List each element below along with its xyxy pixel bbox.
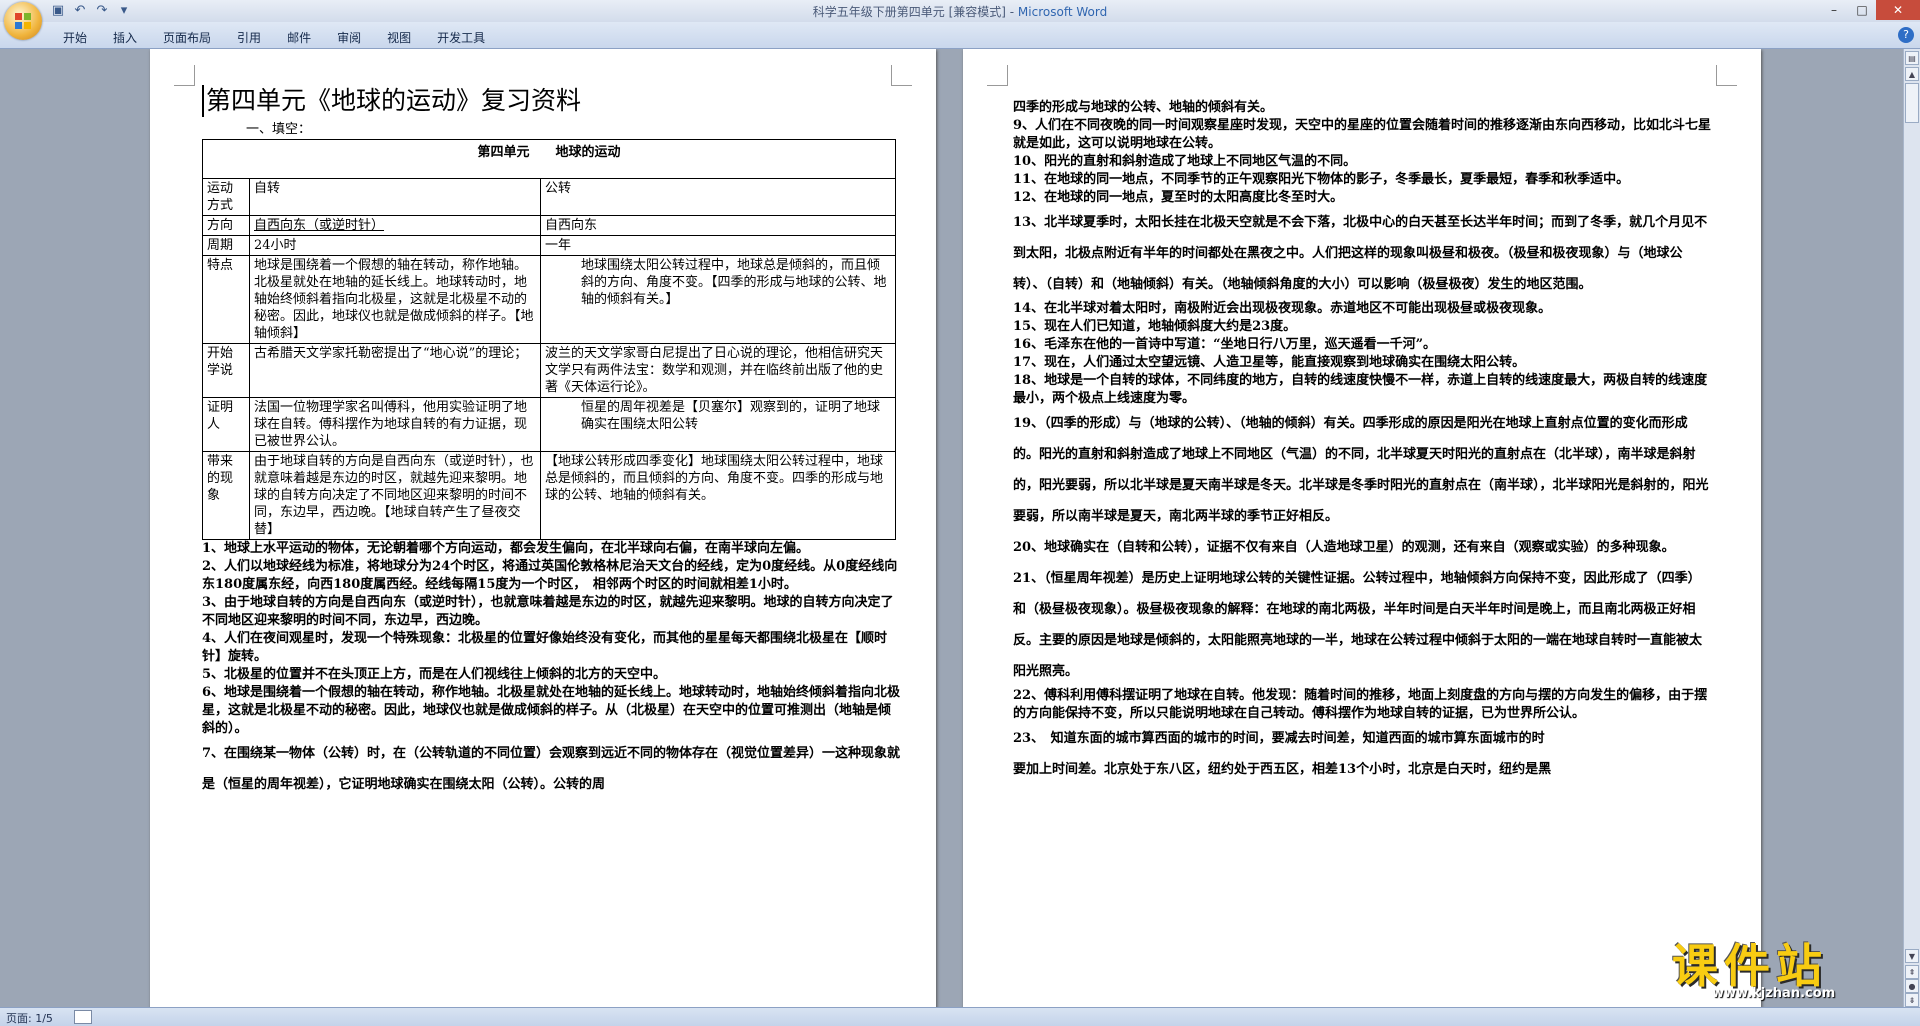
page-title: 第四单元《地球的运动》复习资料 xyxy=(202,85,902,117)
row-label: 周期 xyxy=(202,235,250,256)
office-button[interactable] xyxy=(4,2,42,40)
list-item: 10、阳光的直射和斜射造成了地球上不同地区气温的不同。 xyxy=(1013,154,1357,169)
rotation-cell: 自转 xyxy=(249,178,541,216)
table-row: 周期 24小时 一年 xyxy=(202,235,896,256)
watermark-url: www.kjzhan.com xyxy=(1712,986,1836,1001)
document-page-2[interactable]: 四季的形成与地球的公转、地轴的倾斜有关。 9、人们在不同夜晚的同一时间观察星座时… xyxy=(963,49,1761,1007)
table-row: 特点 地球是围绕着一个假想的轴在转动，称作地轴。北极星就处在地轴的延长线上。地球… xyxy=(202,255,896,344)
tab-view[interactable]: 视图 xyxy=(374,27,424,48)
page-2-content: 四季的形成与地球的公转、地轴的倾斜有关。 9、人们在不同夜晚的同一时间观察星座时… xyxy=(1013,99,1713,785)
tab-developer[interactable]: 开发工具 xyxy=(424,27,498,48)
list-item: 四季的形成与地球的公转、地轴的倾斜有关。 xyxy=(1013,100,1274,115)
table-row: 运动方式 自转 公转 xyxy=(202,178,896,216)
page-1-content: 第四单元《地球的运动》复习资料 一、填空： 第四单元 地球的运动 运动方式 自转… xyxy=(202,85,902,800)
page-counter[interactable]: 页面: 1/5 xyxy=(6,1010,53,1026)
rotation-cell: 地球是围绕着一个假想的轴在转动，称作地轴。北极星就处在地轴的延长线上。地球转动时… xyxy=(249,255,541,344)
vertical-scrollbar[interactable]: ▤ ▲ ▼ ⇞ ● ⇟ xyxy=(1903,49,1920,1007)
section-label: 一、填空： xyxy=(246,122,312,137)
rotation-cell: 由于地球自转的方向是自西向东（或逆时针），也就意味着越是东边的时区，就越先迎来黎… xyxy=(249,451,541,540)
list-item: 1、地球上水平运动的物体，无论朝着哪个方向运动，都会发生偏向，在北半球向右偏，在… xyxy=(202,541,810,556)
list-item: 21、（恒星周年视差）是历史上证明地球公转的关键性证据。公转过程中，地轴倾斜方向… xyxy=(1013,571,1703,679)
list-item: 4、人们在夜间观星时，发现一个特殊现象：北极星的位置好像始终没有变化，而其他的星… xyxy=(202,631,888,664)
rotation-cell: 自西向东（或逆时针） xyxy=(249,215,541,236)
list-item: 18、地球是一个自转的球体，不同纬度的地方，自转的线速度快慢不一样，赤道上自转的… xyxy=(1013,373,1708,406)
document-title: 科学五年级下册第四单元 [兼容模式] - xyxy=(812,5,1018,19)
list-item: 22、傅科利用傅科摆证明了地球在自转。他发现：随着时间的推移，地面上刻度盘的方向… xyxy=(1013,688,1708,721)
maximize-button[interactable]: □ xyxy=(1848,0,1876,20)
revolution-cell: 地球围绕太阳公转过程中，地球总是倾斜的，而且倾斜的方向、角度不变。【四季的形成与… xyxy=(540,255,896,344)
tab-references[interactable]: 引用 xyxy=(224,27,274,48)
list-item: 11、在地球的同一地点，不同季节的正午观察阳光下物体的影子，冬季最长，夏季最短，… xyxy=(1013,172,1630,187)
row-label: 带来的现象 xyxy=(202,451,250,540)
table-header: 第四单元 地球的运动 xyxy=(202,139,896,179)
revolution-cell: 自西向东 xyxy=(540,215,896,236)
list-item: 6、地球是围绕着一个假想的轴在转动，称作地轴。北极星就处在地轴的延长线上。地球转… xyxy=(202,685,901,736)
document-workspace: 第四单元《地球的运动》复习资料 一、填空： 第四单元 地球的运动 运动方式 自转… xyxy=(0,49,1904,1007)
tab-review[interactable]: 审阅 xyxy=(324,27,374,48)
list-item: 14、在北半球对着太阳时，南极附近会出现极夜现象。赤道地区不可能出现极昼或极夜现… xyxy=(1013,301,1552,316)
close-button[interactable]: ✕ xyxy=(1876,0,1920,20)
window-controls: – □ ✕ xyxy=(1820,0,1920,20)
list-item: 9、人们在不同夜晚的同一时间观察星座时发现，天空中的星座的位置会随着时间的推移逐… xyxy=(1013,118,1712,151)
status-bar: 页面: 1/5 xyxy=(0,1007,1920,1026)
office-logo-icon xyxy=(15,13,31,29)
revolution-cell: 一年 xyxy=(540,235,896,256)
table-row: 带来的现象 由于地球自转的方向是自西向东（或逆时针），也就意味着越是东边的时区，… xyxy=(202,451,896,540)
rotation-cell: 24小时 xyxy=(249,235,541,256)
tab-home[interactable]: 开始 xyxy=(50,27,100,48)
row-label: 运动方式 xyxy=(202,178,250,216)
row-label: 证明人 xyxy=(202,397,250,452)
row-label: 方向 xyxy=(202,215,250,236)
list-item: 19、（四季的形成）与（地球的公转）、（地轴的倾斜）有关。四季形成的原因是阳光在… xyxy=(1013,416,1709,524)
list-item: 20、地球确实在（自转和公转），证据不仅有来自（人造地球卫星）的观测，还有来自（… xyxy=(1013,540,1675,555)
document-page-1[interactable]: 第四单元《地球的运动》复习资料 一、填空： 第四单元 地球的运动 运动方式 自转… xyxy=(150,49,936,1007)
tab-page-layout[interactable]: 页面布局 xyxy=(150,27,224,48)
tab-insert[interactable]: 插入 xyxy=(100,27,150,48)
table-row: 方向 自西向东（或逆时针） 自西向东 xyxy=(202,215,896,236)
help-button[interactable]: ? xyxy=(1898,27,1914,43)
scroll-up-icon[interactable]: ▲ xyxy=(1905,67,1919,81)
revolution-cell: 恒星的周年视差是【贝塞尔】观察到的，证明了地球确实在围绕太阳公转 xyxy=(540,397,896,452)
ribbon: 开始 插入 页面布局 引用 邮件 审阅 视图 开发工具 ? xyxy=(0,22,1920,49)
crop-mark xyxy=(891,65,912,86)
ruler-toggle-icon[interactable]: ▤ xyxy=(1905,51,1919,65)
list-item: 2、人们以地球经线为标准，将地球分为24个时区，将通过英国伦敦格林尼治天文台的经… xyxy=(202,559,898,592)
row-label: 开始学说 xyxy=(202,343,250,398)
app-name: Microsoft Word xyxy=(1017,5,1108,19)
crop-mark xyxy=(174,65,195,86)
revolution-cell: 波兰的天文学家哥白尼提出了日心说的理论，他相信研究天文学只有两件法宝：数学和观测… xyxy=(540,343,896,398)
list-item: 15、现在人们已知道，地轴倾斜度大约是23度。 xyxy=(1013,319,1297,334)
review-table: 第四单元 地球的运动 运动方式 自转 公转 方向 自西向东（或逆时针） 自西向东… xyxy=(202,139,896,540)
rotation-cell: 法国一位物理学家名叫傅科，他用实验证明了地球在自转。傅科摆作为地球自转的有力证据… xyxy=(249,397,541,452)
list-item: 23、 知道东面的城市算西面的城市的时间，要减去时间差，知道西面的城市算东面城市… xyxy=(1013,731,1545,746)
table-row: 证明人 法国一位物理学家名叫傅科，他用实验证明了地球在自转。傅科摆作为地球自转的… xyxy=(202,397,896,452)
row-label: 特点 xyxy=(202,255,250,344)
revolution-cell: 公转 xyxy=(540,178,896,216)
list-item: 7、在围绕某一物体（公转）时，在（公转轨道的不同位置）会观察到远近不同的物体存在… xyxy=(202,746,901,792)
revolution-cell: 【地球公转形成四季变化】地球围绕太阳公转过程中，地球总是倾斜的，而且倾斜的方向、… xyxy=(540,451,896,540)
list-item: 12、在地球的同一地点，夏至时的太阳高度比冬至时大。 xyxy=(1013,190,1344,205)
select-browse-object-icon[interactable]: ● xyxy=(1905,979,1919,993)
tab-mailings[interactable]: 邮件 xyxy=(274,27,324,48)
previous-page-icon[interactable]: ⇞ xyxy=(1905,965,1919,979)
scroll-thumb[interactable] xyxy=(1905,83,1919,123)
watermark-logo: 课件站 www.kjzhan.com xyxy=(1672,930,1902,1004)
scroll-down-icon[interactable]: ▼ xyxy=(1905,949,1919,963)
title-bar: ▣ ↶ ↷ ▾ 科学五年级下册第四单元 [兼容模式] - Microsoft W… xyxy=(0,0,1920,22)
list-item: 5、北极星的位置并不在头顶正上方，而是在人们视线往上倾斜的北方的天空中。 xyxy=(202,667,667,682)
next-page-icon[interactable]: ⇟ xyxy=(1905,993,1919,1007)
list-item: 要加上时间差。北京处于东八区，纽约处于西五区，相差13个小时，北京是白天时，纽约… xyxy=(1013,762,1552,777)
list-item: 17、现在，人们通过太空望远镜、人造卫星等，能直接观察到地球确实在围绕太阳公转。 xyxy=(1013,355,1526,370)
rotation-cell: 古希腊天文学家托勒密提出了“地心说”的理论； xyxy=(249,343,541,398)
ribbon-tabs: 开始 插入 页面布局 引用 邮件 审阅 视图 开发工具 xyxy=(50,27,498,48)
list-item: 16、毛泽东在他的一首诗中写道：“坐地日行八万里，巡天遥看一千河”。 xyxy=(1013,337,1437,352)
proofing-icon[interactable] xyxy=(74,1010,92,1024)
list-item: 3、由于地球自转的方向是自西向东（或逆时针），也就意味着越是东边的时区，就越先迎… xyxy=(202,595,894,628)
table-row: 开始学说 古希腊天文学家托勒密提出了“地心说”的理论； 波兰的天文学家哥白尼提出… xyxy=(202,343,896,398)
window-title: 科学五年级下册第四单元 [兼容模式] - Microsoft Word xyxy=(0,3,1920,20)
crop-mark xyxy=(1716,65,1737,86)
crop-mark xyxy=(987,65,1008,86)
minimize-button[interactable]: – xyxy=(1820,0,1848,20)
list-item: 13、北半球夏季时，太阳长挂在北极天空就是不会下落，北极中心的白天甚至长达半年时… xyxy=(1013,215,1708,292)
